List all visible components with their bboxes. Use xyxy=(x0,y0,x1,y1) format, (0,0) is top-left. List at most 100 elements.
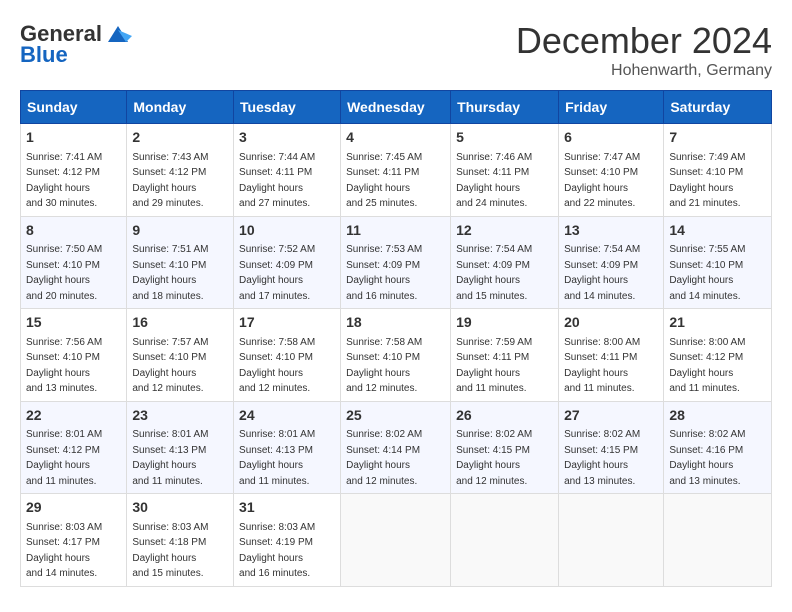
calendar-week-row: 8Sunrise: 7:50 AMSunset: 4:10 PMDaylight… xyxy=(21,216,772,309)
calendar-day-cell: 31 Sunrise: 8:03 AMSunset: 4:19 PMDayligh… xyxy=(234,494,341,587)
calendar-day-cell: 13 Sunrise: 7:54 AMSunset: 4:09 PMDayligh… xyxy=(559,216,664,309)
calendar-day-cell: 6 Sunrise: 7:47 AMSunset: 4:10 PMDaylight… xyxy=(559,124,664,217)
calendar-day-cell: 19 Sunrise: 7:59 AMSunset: 4:11 PMDayligh… xyxy=(451,309,559,402)
calendar-day-cell: 14 Sunrise: 7:55 AMSunset: 4:10 PMDayligh… xyxy=(664,216,772,309)
calendar-day-cell: 21 Sunrise: 8:00 AMSunset: 4:12 PMDayligh… xyxy=(664,309,772,402)
day-info: Sunrise: 7:54 AMSunset: 4:09 PMDaylight … xyxy=(456,244,532,302)
calendar-week-row: 29 Sunrise: 8:03 AMSunset: 4:17 PMDayligh… xyxy=(21,494,772,587)
weekday-header: Tuesday xyxy=(234,91,341,124)
calendar-day-cell: 7Sunrise: 7:49 AMSunset: 4:10 PMDaylight… xyxy=(664,124,772,217)
logo: General Blue xyxy=(20,20,132,68)
day-info: Sunrise: 8:02 AMSunset: 4:14 PMDaylight … xyxy=(346,429,422,487)
calendar-week-row: 22Sunrise: 8:01 AMSunset: 4:12 PMDayligh… xyxy=(21,401,772,494)
calendar-day-cell: 1 Sunrise: 7:41 AMSunset: 4:12 PMDaylight… xyxy=(21,124,127,217)
calendar-day-cell: 29 Sunrise: 8:03 AMSunset: 4:17 PMDayligh… xyxy=(21,494,127,587)
day-number: 1 xyxy=(26,128,121,148)
day-number: 9 xyxy=(132,221,228,241)
page-header: General Blue December 2024 Hohenwarth, G… xyxy=(20,20,772,80)
month-title: December 2024 xyxy=(516,20,772,62)
calendar-day-cell: 22Sunrise: 8:01 AMSunset: 4:12 PMDayligh… xyxy=(21,401,127,494)
day-number: 24 xyxy=(239,406,335,426)
day-number: 5 xyxy=(456,128,553,148)
day-number: 2 xyxy=(132,128,228,148)
calendar-day-cell: 5 Sunrise: 7:46 AMSunset: 4:11 PMDaylight… xyxy=(451,124,559,217)
calendar-day-cell: 12 Sunrise: 7:54 AMSunset: 4:09 PMDayligh… xyxy=(451,216,559,309)
day-info: Sunrise: 7:58 AMSunset: 4:10 PMDaylight … xyxy=(346,337,422,395)
calendar-day-cell xyxy=(341,494,451,587)
day-info: Sunrise: 7:47 AMSunset: 4:10 PMDaylight … xyxy=(564,152,640,210)
day-number: 14 xyxy=(669,221,766,241)
calendar-day-cell: 11Sunrise: 7:53 AMSunset: 4:09 PMDayligh… xyxy=(341,216,451,309)
day-number: 30 xyxy=(132,498,228,518)
calendar-day-cell xyxy=(559,494,664,587)
day-number: 26 xyxy=(456,406,553,426)
day-number: 23 xyxy=(132,406,228,426)
calendar-day-cell: 27Sunrise: 8:02 AMSunset: 4:15 PMDayligh… xyxy=(559,401,664,494)
day-number: 28 xyxy=(669,406,766,426)
day-number: 29 xyxy=(26,498,121,518)
calendar-day-cell: 15 Sunrise: 7:56 AMSunset: 4:10 PMDayligh… xyxy=(21,309,127,402)
day-number: 10 xyxy=(239,221,335,241)
calendar-day-cell: 17 Sunrise: 7:58 AMSunset: 4:10 PMDayligh… xyxy=(234,309,341,402)
day-info: Sunrise: 8:03 AMSunset: 4:17 PMDaylight … xyxy=(26,522,102,580)
day-info: Sunrise: 7:55 AMSunset: 4:10 PMDaylight … xyxy=(669,244,745,302)
weekday-header: Sunday xyxy=(21,91,127,124)
day-number: 17 xyxy=(239,313,335,333)
day-info: Sunrise: 8:00 AMSunset: 4:12 PMDaylight … xyxy=(669,337,745,395)
day-info: Sunrise: 7:54 AMSunset: 4:09 PMDaylight … xyxy=(564,244,640,302)
day-info: Sunrise: 8:03 AMSunset: 4:19 PMDaylight … xyxy=(239,522,315,580)
day-number: 13 xyxy=(564,221,658,241)
day-info: Sunrise: 7:59 AMSunset: 4:11 PMDaylight … xyxy=(456,337,532,395)
logo-blue: Blue xyxy=(20,42,68,68)
day-info: Sunrise: 7:46 AMSunset: 4:11 PMDaylight … xyxy=(456,152,532,210)
day-number: 15 xyxy=(26,313,121,333)
day-info: Sunrise: 8:02 AMSunset: 4:16 PMDaylight … xyxy=(669,429,745,487)
day-number: 6 xyxy=(564,128,658,148)
day-info: Sunrise: 7:58 AMSunset: 4:10 PMDaylight … xyxy=(239,337,315,395)
logo-icon xyxy=(104,20,132,48)
day-number: 20 xyxy=(564,313,658,333)
calendar-week-row: 15 Sunrise: 7:56 AMSunset: 4:10 PMDayligh… xyxy=(21,309,772,402)
calendar-day-cell: 3 Sunrise: 7:44 AMSunset: 4:11 PMDaylight… xyxy=(234,124,341,217)
calendar-day-cell: 9Sunrise: 7:51 AMSunset: 4:10 PMDaylight… xyxy=(127,216,234,309)
day-number: 12 xyxy=(456,221,553,241)
day-number: 31 xyxy=(239,498,335,518)
day-info: Sunrise: 8:01 AMSunset: 4:13 PMDaylight … xyxy=(239,429,315,487)
calendar-table: SundayMondayTuesdayWednesdayThursdayFrid… xyxy=(20,90,772,587)
day-info: Sunrise: 7:52 AMSunset: 4:09 PMDaylight … xyxy=(239,244,315,302)
calendar-week-row: 1 Sunrise: 7:41 AMSunset: 4:12 PMDaylight… xyxy=(21,124,772,217)
calendar-day-cell: 26 Sunrise: 8:02 AMSunset: 4:15 PMDayligh… xyxy=(451,401,559,494)
day-number: 16 xyxy=(132,313,228,333)
calendar-day-cell: 24 Sunrise: 8:01 AMSunset: 4:13 PMDayligh… xyxy=(234,401,341,494)
calendar-header-row: SundayMondayTuesdayWednesdayThursdayFrid… xyxy=(21,91,772,124)
weekday-header: Thursday xyxy=(451,91,559,124)
day-number: 4 xyxy=(346,128,445,148)
day-info: Sunrise: 7:45 AMSunset: 4:11 PMDaylight … xyxy=(346,152,422,210)
location: Hohenwarth, Germany xyxy=(516,62,772,80)
day-info: Sunrise: 7:41 AMSunset: 4:12 PMDaylight … xyxy=(26,152,102,210)
calendar-day-cell: 8Sunrise: 7:50 AMSunset: 4:10 PMDaylight… xyxy=(21,216,127,309)
day-info: Sunrise: 8:03 AMSunset: 4:18 PMDaylight … xyxy=(132,522,208,580)
day-info: Sunrise: 7:49 AMSunset: 4:10 PMDaylight … xyxy=(669,152,745,210)
day-number: 18 xyxy=(346,313,445,333)
day-info: Sunrise: 8:02 AMSunset: 4:15 PMDaylight … xyxy=(456,429,532,487)
calendar-day-cell: 16 Sunrise: 7:57 AMSunset: 4:10 PMDayligh… xyxy=(127,309,234,402)
day-info: Sunrise: 7:44 AMSunset: 4:11 PMDaylight … xyxy=(239,152,315,210)
calendar-day-cell xyxy=(664,494,772,587)
day-info: Sunrise: 7:56 AMSunset: 4:10 PMDaylight … xyxy=(26,337,102,395)
calendar-day-cell: 4 Sunrise: 7:45 AMSunset: 4:11 PMDaylight… xyxy=(341,124,451,217)
day-number: 27 xyxy=(564,406,658,426)
day-number: 3 xyxy=(239,128,335,148)
calendar-day-cell xyxy=(451,494,559,587)
calendar-day-cell: 20 Sunrise: 8:00 AMSunset: 4:11 PMDayligh… xyxy=(559,309,664,402)
calendar-day-cell: 30 Sunrise: 8:03 AMSunset: 4:18 PMDayligh… xyxy=(127,494,234,587)
calendar-day-cell: 10 Sunrise: 7:52 AMSunset: 4:09 PMDayligh… xyxy=(234,216,341,309)
calendar-day-cell: 25Sunrise: 8:02 AMSunset: 4:14 PMDayligh… xyxy=(341,401,451,494)
day-number: 21 xyxy=(669,313,766,333)
title-section: December 2024 Hohenwarth, Germany xyxy=(516,20,772,80)
day-info: Sunrise: 8:00 AMSunset: 4:11 PMDaylight … xyxy=(564,337,640,395)
day-number: 11 xyxy=(346,221,445,241)
day-info: Sunrise: 7:50 AMSunset: 4:10 PMDaylight … xyxy=(26,244,102,302)
day-info: Sunrise: 7:57 AMSunset: 4:10 PMDaylight … xyxy=(132,337,208,395)
day-number: 19 xyxy=(456,313,553,333)
